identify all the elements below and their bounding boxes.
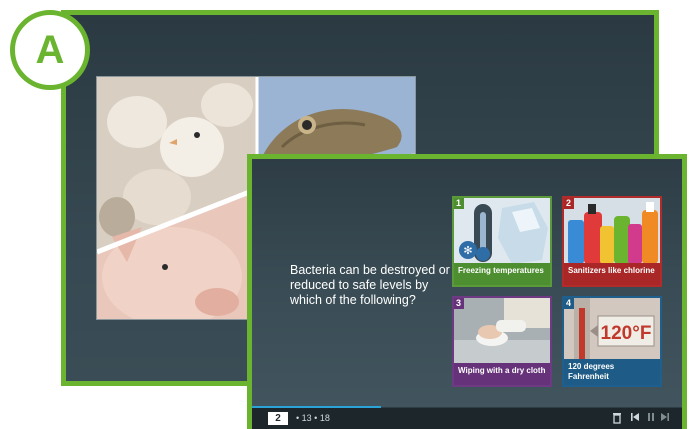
- page-markers[interactable]: • 13 • 18: [296, 412, 330, 425]
- current-page-indicator[interactable]: 2: [268, 412, 288, 425]
- thermometer-reading: 120°F: [601, 323, 652, 344]
- option-label: Sanitizers like chlorine: [564, 263, 660, 285]
- option-label: Freezing temperatures: [454, 263, 550, 285]
- slide-a-badge: A: [10, 10, 90, 90]
- option-number: 2: [564, 198, 574, 209]
- answer-option-4[interactable]: 120°F 4 120 degrees Fahrenheit: [562, 296, 662, 387]
- skip-forward-icon[interactable]: [658, 412, 672, 425]
- trash-icon[interactable]: [610, 412, 624, 425]
- progress-bar: [252, 406, 381, 408]
- answer-option-3[interactable]: 3 Wiping with a dry cloth: [452, 296, 552, 387]
- option-number: 4: [564, 298, 574, 309]
- option-number: 1: [454, 198, 464, 209]
- question-text: Bacteria can be destroyed or reduced to …: [290, 263, 450, 307]
- skip-back-icon[interactable]: [628, 412, 642, 425]
- answer-option-2[interactable]: 2 Sanitizers like chlorine: [562, 196, 662, 287]
- pause-icon[interactable]: [644, 412, 658, 425]
- player-controls-bar: 2 • 13 • 18: [252, 406, 682, 429]
- answer-option-1[interactable]: ✻ 1 Freezing temperatures: [452, 196, 552, 287]
- svg-text:✻: ✻: [463, 245, 472, 257]
- option-label: 120 degrees Fahrenheit: [564, 359, 660, 385]
- option-label: Wiping with a dry cloth: [454, 363, 550, 385]
- badge-letter: A: [35, 28, 65, 72]
- option-number: 3: [454, 298, 464, 309]
- slide-question: Bacteria can be destroyed or reduced to …: [247, 154, 687, 429]
